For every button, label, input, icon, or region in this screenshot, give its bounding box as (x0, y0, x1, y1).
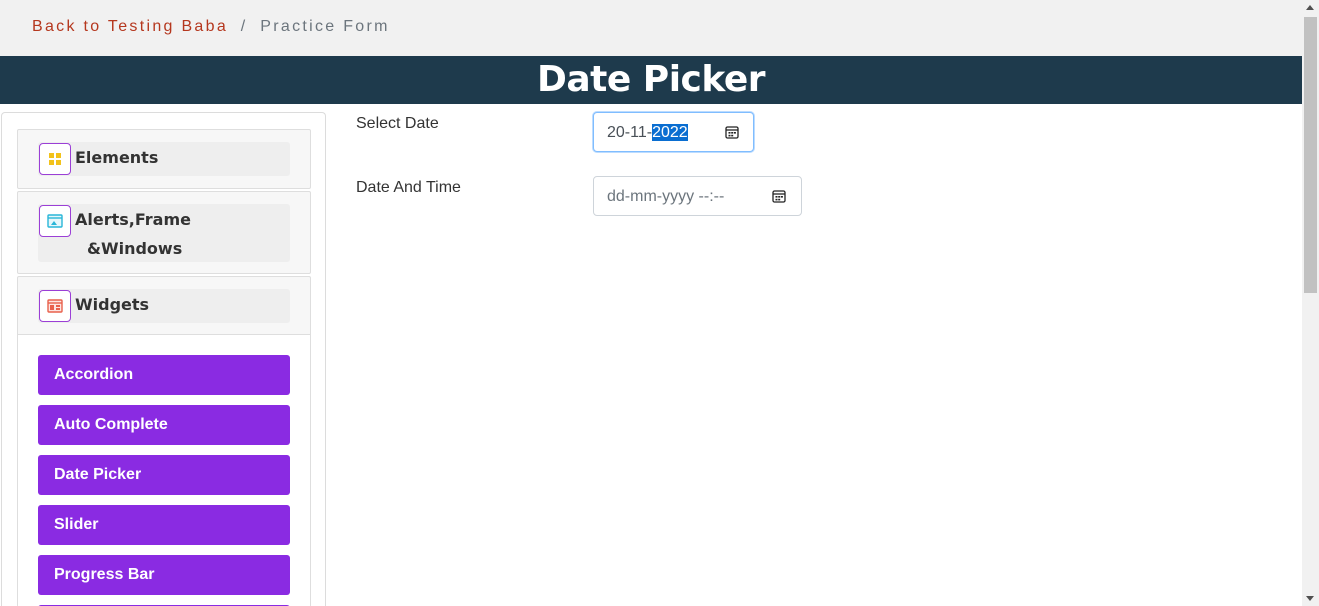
sidebar-section-widgets[interactable]: Widgets Accordion Auto Complete Date Pic… (17, 276, 311, 606)
vertical-scrollbar[interactable] (1302, 0, 1319, 606)
menu-item-date-picker[interactable]: Date Picker (38, 455, 290, 495)
sidebar-section-label: Elements (75, 148, 159, 167)
select-date-value: 20-11-2022 (607, 122, 688, 144)
breadcrumb-current: Practice Form (260, 18, 390, 35)
sidebar: Elements Alerts,Frame &Windows Widgets A… (1, 112, 326, 606)
breadcrumb: Back to Testing Baba / Practice Form (32, 18, 390, 36)
date-and-time-placeholder: dd-mm-yyyy --:-- (607, 188, 725, 205)
menu-item-progress-bar[interactable]: Progress Bar (38, 555, 290, 595)
page-title: Date Picker (536, 59, 766, 100)
sidebar-section-label-line1: Alerts,Frame (75, 210, 191, 229)
scrollbar-thumb[interactable] (1304, 17, 1317, 293)
sidebar-section-elements[interactable]: Elements (17, 129, 311, 189)
menu-item-auto-complete[interactable]: Auto Complete (38, 405, 290, 445)
widgets-menu-panel: Accordion Auto Complete Date Picker Slid… (18, 334, 310, 606)
scroll-down-arrow-icon[interactable] (1306, 596, 1314, 601)
scroll-up-arrow-icon[interactable] (1306, 5, 1314, 10)
sidebar-section-label: Widgets (75, 295, 150, 314)
calendar-icon[interactable] (725, 125, 739, 139)
section-header: Widgets (38, 289, 290, 323)
section-header: Elements (38, 142, 290, 176)
menu-item-slider[interactable]: Slider (38, 505, 290, 545)
back-to-testing-baba-link[interactable]: Back to Testing Baba (32, 18, 228, 35)
top-bar: Back to Testing Baba / Practice Form (0, 0, 1302, 56)
select-date-label: Select Date (356, 115, 439, 132)
date-value-selected-year: 2022 (652, 124, 688, 141)
elements-grid-icon (39, 143, 71, 175)
menu-item-accordion[interactable]: Accordion (38, 355, 290, 395)
date-value-prefix: 20-11- (607, 124, 653, 141)
breadcrumb-separator: / (240, 18, 248, 35)
section-header: Alerts,Frame &Windows (38, 204, 290, 262)
window-frame-icon (39, 205, 71, 237)
date-and-time-input[interactable]: dd-mm-yyyy --:-- (593, 176, 802, 216)
calendar-icon[interactable] (772, 189, 786, 203)
select-date-input[interactable]: 20-11-2022 (593, 112, 754, 152)
sidebar-section-alerts-frame-windows[interactable]: Alerts,Frame &Windows (17, 191, 311, 274)
sidebar-section-label-line2: &Windows (87, 239, 183, 258)
date-and-time-label: Date And Time (356, 179, 461, 196)
page-banner: Date Picker (0, 56, 1302, 104)
widgets-calendar-icon (39, 290, 71, 322)
